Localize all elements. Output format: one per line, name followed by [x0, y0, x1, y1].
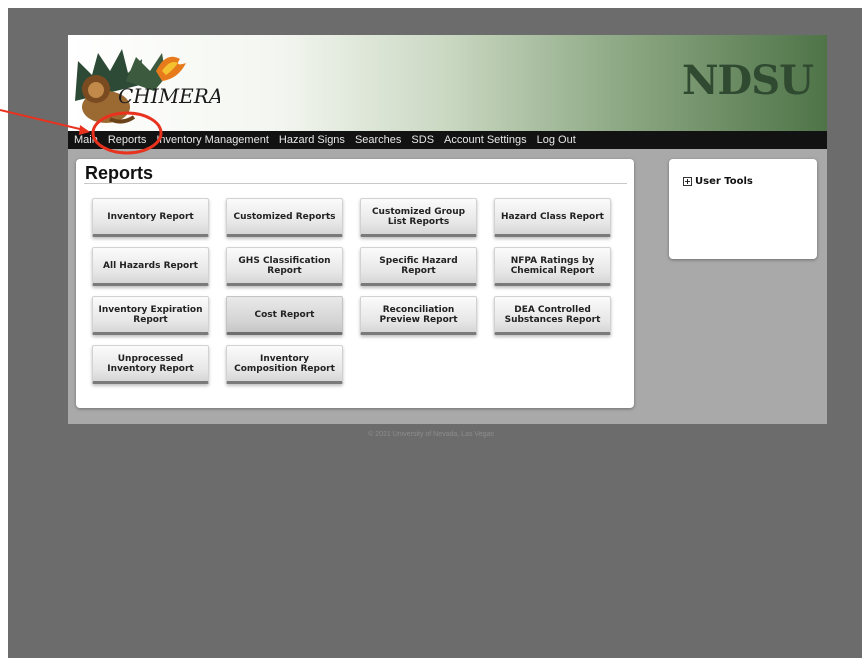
nav-inventory-management[interactable]: Inventory Management: [151, 131, 274, 149]
title-divider: [84, 183, 627, 184]
report-button-grid: Inventory Report Customized Reports Cust…: [92, 198, 611, 384]
page-title: Reports: [85, 163, 154, 183]
cost-report-button[interactable]: Cost Report: [226, 296, 343, 335]
customized-reports-button[interactable]: Customized Reports: [226, 198, 343, 237]
page-container: CHIMERA NDSU Main Reports Inventory Mana…: [68, 35, 827, 424]
hazard-class-report-button[interactable]: Hazard Class Report: [494, 198, 611, 237]
institution-logo: NDSU: [681, 57, 814, 104]
chimera-logo[interactable]: CHIMERA: [70, 41, 220, 129]
specific-hazard-report-button[interactable]: Specific Hazard Report: [360, 247, 477, 286]
all-hazards-report-button[interactable]: All Hazards Report: [92, 247, 209, 286]
nav-hazard-signs[interactable]: Hazard Signs: [274, 131, 350, 149]
nav-main[interactable]: Main: [68, 131, 103, 149]
browser-viewport: CHIMERA NDSU Main Reports Inventory Mana…: [8, 8, 862, 658]
dea-controlled-substances-report-button[interactable]: DEA Controlled Substances Report: [494, 296, 611, 335]
customized-group-list-reports-button[interactable]: Customized Group List Reports: [360, 198, 477, 237]
inventory-report-button[interactable]: Inventory Report: [92, 198, 209, 237]
inventory-composition-report-button[interactable]: Inventory Composition Report: [226, 345, 343, 384]
user-tools-label: User Tools: [695, 176, 753, 187]
nfpa-ratings-report-button[interactable]: NFPA Ratings by Chemical Report: [494, 247, 611, 286]
nav-account-settings[interactable]: Account Settings: [439, 131, 532, 149]
nav-log-out[interactable]: Log Out: [532, 131, 581, 149]
header-banner: CHIMERA NDSU: [68, 35, 827, 131]
plus-box-icon: +: [683, 177, 692, 186]
nav-sds[interactable]: SDS: [406, 131, 439, 149]
nav-reports[interactable]: Reports: [103, 131, 152, 149]
inventory-expiration-report-button[interactable]: Inventory Expiration Report: [92, 296, 209, 335]
ghs-classification-report-button[interactable]: GHS Classification Report: [226, 247, 343, 286]
footer-copyright: © 2021 University of Nevada, Las Vegas: [368, 431, 494, 438]
main-nav: Main Reports Inventory Management Hazard…: [68, 131, 827, 149]
user-tools-toggle[interactable]: + User Tools: [683, 176, 753, 187]
reconciliation-preview-report-button[interactable]: Reconciliation Preview Report: [360, 296, 477, 335]
reports-panel: Reports Inventory Report Customized Repo…: [76, 159, 634, 408]
user-tools-panel: + User Tools: [669, 159, 817, 259]
svg-text:CHIMERA: CHIMERA: [118, 84, 220, 108]
unprocessed-inventory-report-button[interactable]: Unprocessed Inventory Report: [92, 345, 209, 384]
nav-searches[interactable]: Searches: [350, 131, 406, 149]
